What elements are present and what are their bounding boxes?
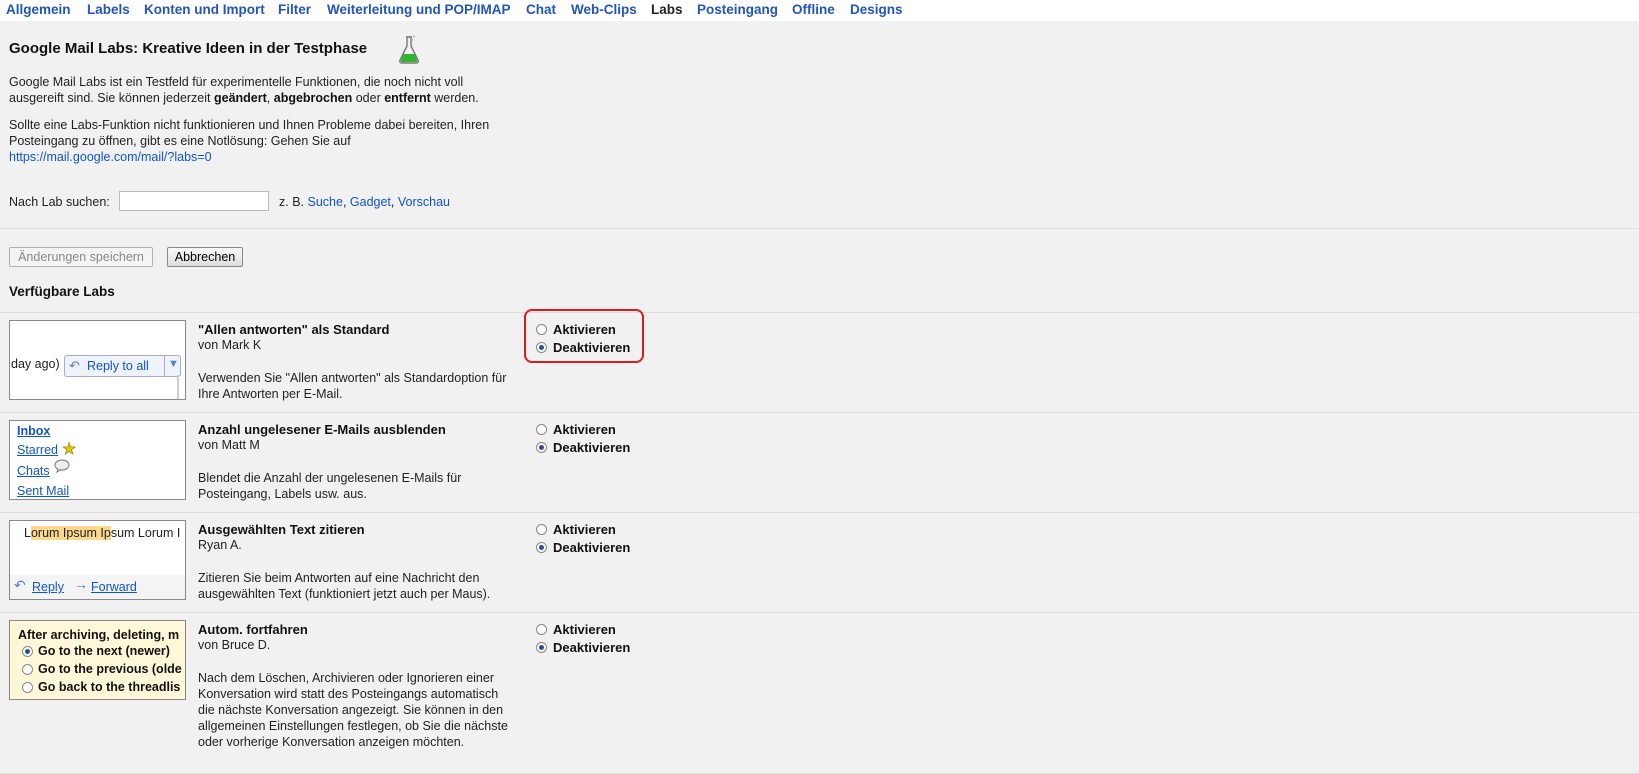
lab-disable-option[interactable]: Deaktivieren xyxy=(536,640,630,655)
search-example-suche[interactable]: Suche xyxy=(307,195,342,209)
lab-name: Ausgewählten Text zitieren xyxy=(198,522,365,537)
tab-weiterleitung-pop-imap[interactable]: Weiterleitung und POP/IMAP xyxy=(327,2,511,17)
preview-option: Go to the next (newer) xyxy=(22,644,170,658)
lab-description: Zitieren Sie beim Antworten auf eine Nac… xyxy=(198,571,491,601)
preview-option: Go back to the threadlis xyxy=(22,680,180,694)
lab-enable-option[interactable]: Aktivieren xyxy=(536,422,616,437)
search-example-gadget[interactable]: Gadget xyxy=(350,195,391,209)
star-icon: ★ xyxy=(62,441,77,459)
lab-enable-option[interactable]: Aktivieren xyxy=(536,522,616,537)
reply-arrow-icon: ↶ xyxy=(14,577,26,593)
radio-button[interactable] xyxy=(536,424,547,435)
lab-item-reply-all-default: day ago) ↶ Reply to all ▼ "Allen antwort… xyxy=(0,312,1639,413)
tab-designs[interactable]: Designs xyxy=(850,2,903,17)
page-title: Google Mail Labs: Kreative Ideen in der … xyxy=(9,40,368,57)
tab-labels[interactable]: Labels xyxy=(87,2,130,17)
lab-preview-image: After archiving, deleting, m Go to the n… xyxy=(9,620,186,700)
cancel-button[interactable]: Abbrechen xyxy=(167,247,243,267)
lab-description: Nach dem Löschen, Archivieren oder Ignor… xyxy=(198,671,508,749)
labs-intro-text: Google Mail Labs ist ein Testfeld für ex… xyxy=(9,75,479,105)
search-example-vorschau[interactable]: Vorschau xyxy=(398,195,450,209)
lab-author: von Matt M xyxy=(198,438,260,452)
lab-preview-image: Lorum Ipsum Ipsum Lorum I ↶ Reply → Forw… xyxy=(9,520,186,600)
divider xyxy=(177,375,179,399)
lab-name: Autom. fortfahren xyxy=(198,622,308,637)
search-examples: z. B. Suche, Gadget, Vorschau xyxy=(279,195,450,209)
radio-button[interactable] xyxy=(536,624,547,635)
lab-preview-image: Inbox Starred ★ Chats Sent Mail xyxy=(9,420,186,500)
lab-name: "Allen antworten" als Standard xyxy=(198,322,390,337)
highlight-annotation-box xyxy=(524,309,644,363)
lab-item-auto-advance: After archiving, deleting, m Go to the n… xyxy=(0,612,1639,774)
labs-flask-icon xyxy=(398,35,420,68)
tab-filter[interactable]: Filter xyxy=(278,2,311,17)
lab-description: Blendet die Anzahl der ungelesenen E-Mai… xyxy=(198,471,462,501)
labs-settings-panel: Google Mail Labs: Kreative Ideen in der … xyxy=(0,21,1639,774)
divider xyxy=(0,228,1639,229)
lab-description: Verwenden Sie "Allen antworten" als Stan… xyxy=(198,371,507,401)
divider xyxy=(164,356,165,376)
preview-option: Go to the previous (olde xyxy=(22,662,182,676)
lab-author: Ryan A. xyxy=(198,538,242,552)
search-label: Nach Lab suchen: xyxy=(9,195,110,209)
tab-allgemein[interactable]: Allgemein xyxy=(6,2,71,17)
lab-disable-option[interactable]: Deaktivieren xyxy=(536,440,630,455)
settings-tab-bar: Allgemein Labels Konten und Import Filte… xyxy=(0,0,1639,21)
radio-button[interactable] xyxy=(536,442,547,453)
lab-author: von Bruce D. xyxy=(198,638,271,652)
tab-labs[interactable]: Labs xyxy=(651,2,683,17)
available-labs-heading: Verfügbare Labs xyxy=(9,284,115,299)
lab-enable-option[interactable]: Aktivieren xyxy=(536,622,616,637)
labs-fallback-link[interactable]: https://mail.google.com/mail/?labs=0 xyxy=(9,150,212,164)
lab-name: Anzahl ungelesener E-Mails ausblenden xyxy=(198,422,446,437)
save-changes-button[interactable]: Änderungen speichern xyxy=(9,247,153,267)
reply-all-preview-button: ↶ Reply to all ▼ xyxy=(64,355,181,377)
chat-bubble-icon xyxy=(54,459,70,476)
tab-web-clips[interactable]: Web-Clips xyxy=(571,2,637,17)
forward-arrow-icon: → xyxy=(74,576,88,592)
lab-search-input[interactable] xyxy=(119,191,269,211)
reply-all-arrow-icon: ↶ xyxy=(69,358,80,373)
preview-quote-text: Lorum Ipsum Ipsum Lorum I xyxy=(24,526,181,540)
radio-button[interactable] xyxy=(536,642,547,653)
tab-posteingang[interactable]: Posteingang xyxy=(697,2,778,17)
lab-disable-option[interactable]: Deaktivieren xyxy=(536,540,630,555)
lab-item-quote-selected-text: Lorum Ipsum Ipsum Lorum I ↶ Reply → Forw… xyxy=(0,512,1639,613)
labs-fallback-text: Sollte eine Labs-Funktion nicht funktion… xyxy=(9,118,490,164)
lab-author: von Mark K xyxy=(198,338,262,352)
lab-item-hide-unread-counts: Inbox Starred ★ Chats Sent Mail Anzahl u… xyxy=(0,412,1639,513)
lab-preview-image: day ago) ↶ Reply to all ▼ xyxy=(9,320,186,400)
tab-chat[interactable]: Chat xyxy=(526,2,556,17)
radio-button[interactable] xyxy=(536,542,547,553)
radio-button[interactable] xyxy=(536,524,547,535)
dropdown-arrow-icon: ▼ xyxy=(168,358,179,370)
tab-konten-und-import[interactable]: Konten und Import xyxy=(144,2,265,17)
preview-action-bar: ↶ Reply → Forward xyxy=(10,575,185,599)
tab-offline[interactable]: Offline xyxy=(792,2,835,17)
